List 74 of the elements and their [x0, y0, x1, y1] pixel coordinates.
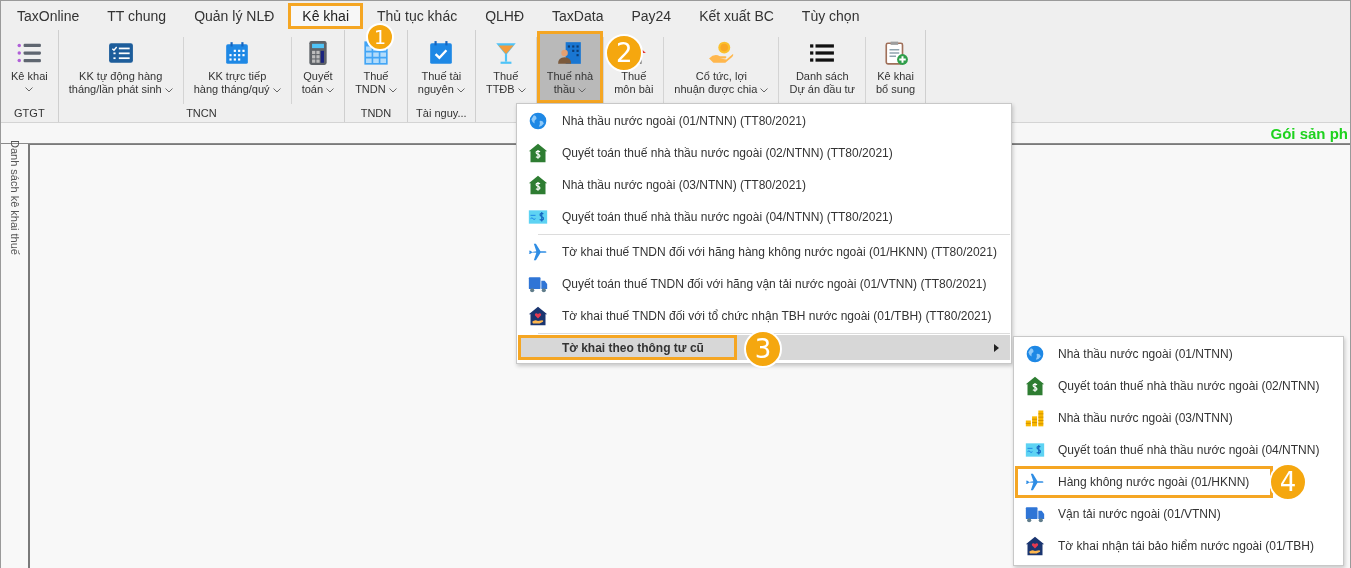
- ribbon-button[interactable]: Thuế TTĐB: [475, 31, 536, 103]
- ribbon-button[interactable]: Quyết toán: [291, 31, 345, 103]
- ribbon-button[interactable]: KK trực tiếp hàng tháng/quý: [183, 31, 291, 103]
- menu-item[interactable]: Tờ khai nhận tái bảo hiểm nước ngoài (01/TBH): [1015, 530, 1335, 562]
- caret-icon: [456, 87, 465, 93]
- ribbon-button[interactable]: KK tự động hàng tháng/lần phát sinh: [58, 31, 183, 103]
- ribbon-button[interactable]: Cổ tức, lợi nhuận được chia: [664, 31, 779, 103]
- group-label: TNCN: [186, 107, 217, 119]
- checklist-icon: [107, 40, 134, 66]
- airplane-icon: [1025, 472, 1045, 492]
- airplane-icon: [528, 242, 548, 262]
- callout-outline: Tờ khai theo thông tư cũ: [518, 335, 737, 360]
- menu-item[interactable]: Nhà thầu nước ngoài (03/NTNN) (TT80/2021): [518, 169, 1010, 201]
- ribbon-button[interactable]: Thuế tài nguyên: [407, 31, 475, 103]
- menu-item[interactable]: Quyết toán thuế nhà thầu nước ngoài (04/NTNN): [1015, 434, 1341, 466]
- caret-icon: [326, 87, 335, 93]
- ribbon-button[interactable]: Kê khai bổ sung: [865, 31, 926, 103]
- dollar-house-icon: [528, 175, 548, 195]
- truck-icon: [1025, 504, 1045, 524]
- menu-item[interactable]: Quyết toán thuế nhà thầu nước ngoài (04/NTNN) (TT80/2021): [518, 201, 1010, 233]
- menu-item[interactable]: Tờ khai thuế TNDN đối với hãng hàng không nước ngoài (01/HKNN) (TT80/2021): [518, 236, 1010, 268]
- group-label: GTGT: [14, 107, 45, 119]
- checkbox-icon: [428, 40, 455, 66]
- ribbon-button[interactable]: Thuế nhà thầu: [536, 31, 604, 103]
- house-heart-icon: [1025, 536, 1045, 556]
- menu-tab[interactable]: Quản lý NLĐ: [180, 2, 289, 29]
- sidebar-tab[interactable]: Danh sách kê khai thuế: [8, 140, 21, 255]
- calendar-icon: [224, 40, 251, 66]
- caret-icon: [25, 86, 34, 92]
- truck-icon: [528, 274, 548, 294]
- caret-icon: [578, 87, 587, 93]
- menu-tab[interactable]: Kê khai: [288, 2, 363, 29]
- menu-item[interactable]: Nhà thầu nước ngoài (03/NTNN): [1015, 402, 1254, 434]
- menu-tab[interactable]: QLHĐ: [471, 2, 539, 29]
- ribbon-button[interactable]: Danh sách Dự án đầu tư: [779, 31, 865, 103]
- banknote-icon: [528, 207, 548, 227]
- step-badge: 2: [605, 34, 644, 72]
- menu-item[interactable]: Quyết toán thuế TNDN đối với hãng vận tải nước ngoài (01/VTNN) (TT80/2021): [518, 268, 1010, 300]
- menu-tab[interactable]: Kết xuất BC: [685, 2, 788, 29]
- menu-tab[interactable]: TaxData: [538, 2, 618, 29]
- globe-icon: [1025, 344, 1045, 364]
- menu-tab[interactable]: Tùy chọn: [787, 2, 874, 29]
- group-label: TNDN: [360, 107, 392, 119]
- globe-icon: [528, 111, 548, 131]
- step-badge: 4: [1269, 463, 1307, 501]
- caret-icon: [388, 87, 397, 93]
- house-heart-icon: [528, 306, 548, 326]
- coin-stacks-icon: [1025, 408, 1045, 428]
- group-label: Tài nguy...: [416, 107, 467, 119]
- coin-hand-icon: [708, 40, 735, 66]
- menu-tab[interactable]: Pay24: [617, 2, 686, 29]
- caret-icon: [164, 87, 173, 93]
- caret-icon: [517, 87, 526, 93]
- menu-item[interactable]: Quyết toán thuế nhà thầu nước ngoài (02/NTNN): [1015, 370, 1341, 402]
- dollar-house-icon: [1025, 376, 1045, 396]
- menu-item[interactable]: Tờ khai thuế TNDN đối với tổ chức nhận TBH nước ngoài (01/TBH) (TT80/2021): [518, 300, 1010, 332]
- banknote-icon: [1025, 440, 1045, 460]
- caret-icon: [272, 87, 281, 93]
- caret-icon: [760, 87, 769, 93]
- clipboard-plus-icon: [882, 40, 909, 66]
- menu-tab[interactable]: TT chung: [93, 2, 181, 29]
- package-label: Gói sản ph: [1270, 124, 1348, 142]
- menu-tab[interactable]: TaxOnline: [3, 2, 94, 29]
- building-person-icon: [556, 40, 583, 66]
- step-badge: 1: [366, 22, 394, 51]
- menu-item[interactable]: Hàng không nước ngoài (01/HKNN): [1015, 466, 1274, 498]
- menu-item[interactable]: Vận tải nước ngoài (01/VTNN): [1015, 498, 1242, 530]
- step-badge: 3: [744, 330, 782, 368]
- submenu-arrow-icon: [994, 344, 999, 352]
- menu-item[interactable]: Nhà thầu nước ngoài (01/NTNN): [1015, 338, 1254, 370]
- menu-item[interactable]: Quyết toán thuế nhà thầu nước ngoài (02/NTNN) (TT80/2021): [518, 137, 1010, 169]
- menu-item[interactable]: Nhà thầu nước ngoài (01/NTNN) (TT80/2021): [518, 105, 1010, 137]
- dollar-house-icon: [528, 143, 548, 163]
- ribbon-button[interactable]: Kê khai: [1, 31, 58, 103]
